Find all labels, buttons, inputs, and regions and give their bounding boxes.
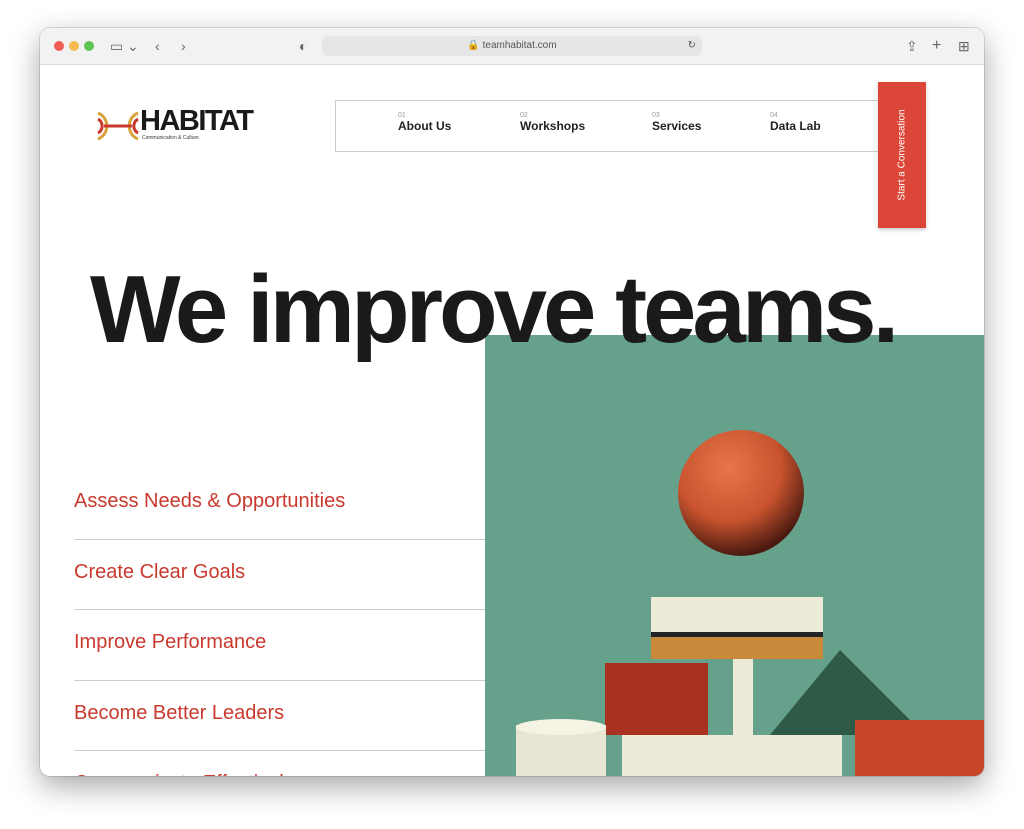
address-bar[interactable]: 🔒 teamhabitat.com ↻ [322,36,702,56]
nav-services[interactable]: 03 Services [652,112,701,133]
share-icon[interactable]: ⇪ [906,36,918,56]
list-item[interactable]: Become Better Leaders [74,681,485,751]
nav-workshops[interactable]: 02 Workshops [520,112,585,133]
tab-overview-icon[interactable]: ⊞ [958,36,970,56]
hero-illustration [485,335,984,776]
logo-mark-icon [97,111,139,141]
shield-icon[interactable]: ◐ [299,36,307,56]
close-button[interactable] [54,41,64,51]
geometric-shapes-image [516,430,984,776]
maximize-button[interactable] [84,41,94,51]
nav-label: Data Lab [770,119,821,133]
list-item[interactable]: Create Clear Goals [74,540,485,610]
sidebar-icon[interactable]: ▭ ⌄ [110,36,139,56]
start-conversation-button[interactable]: Start a Conversation [878,82,926,228]
main-nav: 01 About Us 02 Workshops 03 Services 04 Data… [335,100,880,152]
services-list: Assess Needs & Opportunities Create Clea… [74,469,485,776]
minimize-button[interactable] [69,41,79,51]
nav-label: About Us [398,119,452,133]
nav-number: 02 [520,112,528,119]
nav-number: 04 [770,112,778,119]
logo-tagline: Communication & Culture [142,135,199,141]
back-icon[interactable]: ‹ [155,36,160,56]
url-text: teamhabitat.com [482,40,557,51]
cta-label: Start a Conversation [896,109,908,201]
nav-label: Services [652,119,702,133]
list-item[interactable]: Improve Performance [74,610,485,681]
page-content: HABITAT Communication & Culture 01 About … [40,65,984,776]
forward-icon[interactable]: › [181,36,186,56]
nav-about-us[interactable]: 01 About Us [398,112,451,133]
nav-data-lab[interactable]: 04 Data Lab [770,112,821,133]
browser-window: ▭ ⌄ ‹ › ◐ 🔒 teamhabitat.com ↻ ⇪ + ⊞ HABIT… [40,28,984,776]
browser-toolbar: ▭ ⌄ ‹ › ◐ 🔒 teamhabitat.com ↻ ⇪ + ⊞ [40,28,984,65]
nav-label: Workshops [520,119,586,133]
list-item[interactable]: Assess Needs & Opportunities [74,469,485,540]
logo-wordmark: HABITAT [140,105,254,137]
new-tab-icon[interactable]: + [932,36,941,56]
nav-number: 01 [398,112,406,119]
list-item[interactable]: Communicate Effectively [74,751,485,776]
nav-number: 03 [652,112,660,119]
hero-heading: We improve teams. [90,256,899,363]
reload-icon[interactable]: ↻ [688,36,696,56]
logo[interactable]: HABITAT Communication & Culture [96,105,254,148]
